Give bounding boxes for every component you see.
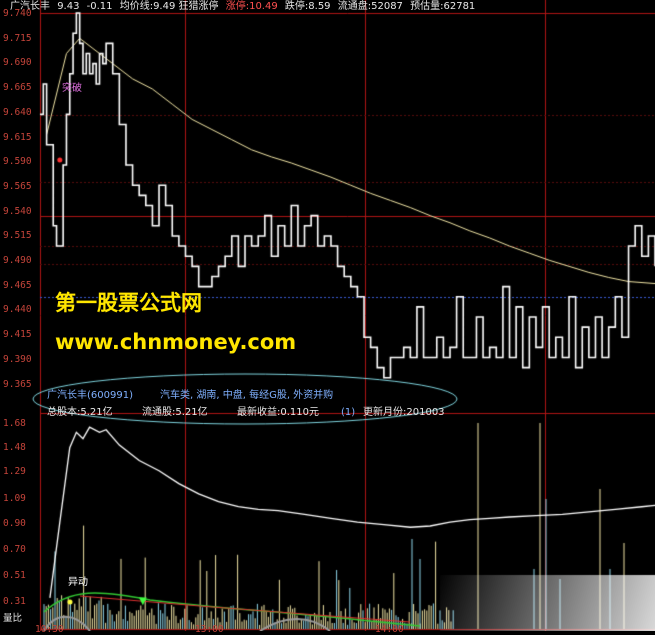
- watermark-url: www.chnmoney.com: [55, 330, 297, 354]
- signal-name: 狂猎涨停: [178, 1, 219, 12]
- price-tick-label: 9.440: [3, 304, 32, 316]
- ratio-tick-label: 0.90: [3, 518, 26, 529]
- price-tick-label: 9.540: [3, 205, 32, 217]
- watermark-title: 第一股票公式网: [55, 291, 202, 315]
- limit-down-value: 跌停:8.59: [284, 1, 331, 12]
- price-tick-label: 9.615: [3, 131, 32, 143]
- price-tick-label: 9.590: [3, 156, 32, 168]
- price-tick-label: 9.565: [3, 180, 32, 192]
- ratio-tick-label: 1.48: [3, 442, 26, 453]
- ratio-tick-label: 量比: [3, 613, 23, 624]
- time-tick-label: 14:00: [375, 624, 404, 635]
- est-volume-value: 预估量:62781: [410, 1, 476, 12]
- float-shares-value: 流通盘:52087: [337, 1, 403, 12]
- breakout-annotation: 突破: [62, 83, 82, 94]
- price-tick-label: 9.640: [3, 106, 32, 118]
- info-eps-quarter: (1): [341, 407, 356, 418]
- info-total-shares: 总股本:5.21亿: [47, 407, 113, 418]
- abnormal-annotation: 异动: [68, 577, 88, 588]
- limit-up-value: 涨停:10.49: [225, 1, 278, 12]
- ratio-tick-label: 1.29: [3, 466, 26, 477]
- price-tick-label: 9.465: [3, 279, 32, 291]
- price-tick-label: 9.715: [3, 32, 32, 44]
- price-tick-label: 9.740: [3, 8, 32, 19]
- current-price: 9.43: [57, 1, 80, 12]
- ratio-tick-label: 0.70: [3, 544, 26, 555]
- price-tick-label: 9.515: [3, 230, 32, 242]
- info-name-code: 广汽长丰(600991): [47, 390, 133, 401]
- price-tick-label: 9.415: [3, 329, 32, 341]
- price-change: -0.11: [86, 1, 113, 12]
- ratio-tick-label: 0.51: [3, 570, 26, 581]
- info-float-shares: 流通股:5.21亿: [142, 407, 208, 418]
- price-tick-label: 9.690: [3, 57, 32, 69]
- price-tick-label: 9.365: [3, 378, 32, 390]
- time-tick-label: 13:00: [195, 624, 224, 635]
- time-tick-label: 10:30: [35, 624, 64, 635]
- price-tick-label: 9.390: [3, 353, 32, 365]
- info-latest-eps: 最新收益:0.110元: [237, 407, 319, 418]
- info-tags: 汽车类, 湖南, 中盘, 每经G股, 外资并购: [160, 390, 334, 401]
- avg-line-value: 均价线:9.49: [119, 1, 176, 12]
- ratio-tick-label: 0.31: [3, 596, 26, 607]
- price-tick-label: 9.490: [3, 255, 32, 266]
- price-tick-label: 9.665: [3, 82, 32, 94]
- ratio-tick-label: 1.68: [3, 418, 26, 429]
- ratio-tick-label: 1.09: [3, 493, 26, 504]
- chart-header: 广汽长丰 9.43 -0.11 均价线:9.49 狂猎涨停 涨停:10.49 跌…: [0, 0, 479, 14]
- info-update-month: 更新月份:201003: [363, 407, 445, 418]
